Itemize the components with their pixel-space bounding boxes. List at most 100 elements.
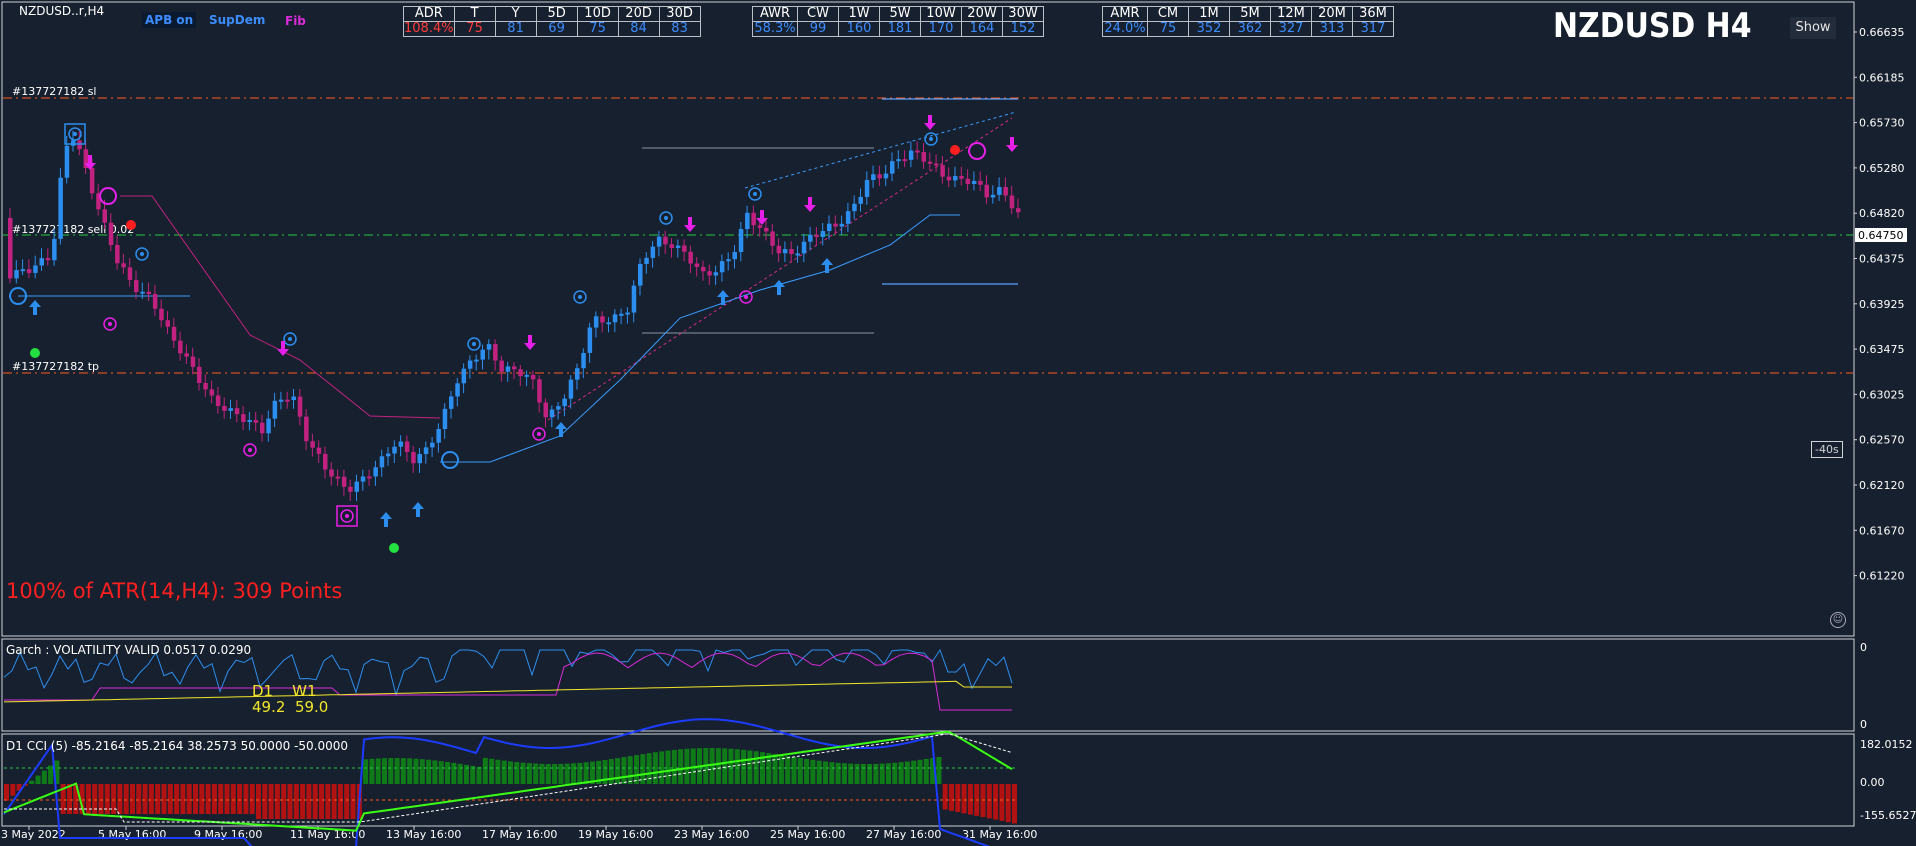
amr-value-4: 327 — [1270, 21, 1312, 37]
signal-ring-dot — [288, 337, 292, 341]
bull-candle — [883, 173, 889, 179]
smiley-icon: ☺ — [1830, 612, 1846, 628]
cci-bar — [382, 758, 387, 784]
cci-bar — [785, 755, 791, 784]
bull-candle — [908, 150, 914, 160]
bull-candle — [726, 259, 731, 262]
awr-value-0: 58.3% — [752, 21, 798, 37]
supdem-toggle-button[interactable]: SupDem — [206, 12, 268, 28]
cci-bar — [237, 784, 243, 814]
bear-candle — [833, 223, 838, 227]
bear-candle — [215, 395, 221, 406]
cci-bar — [841, 763, 847, 784]
bear-candle — [165, 320, 170, 327]
cci-scale-mid: 0.00 — [1860, 776, 1885, 789]
cci-bar — [180, 784, 186, 814]
bear-candle — [102, 209, 107, 223]
cci-bar — [249, 784, 255, 814]
time-tick-label: 25 May 16:00 — [770, 828, 845, 841]
cci-bar — [552, 763, 558, 784]
amr-header-2: 1M — [1188, 6, 1230, 22]
sell-arrow-icon — [804, 197, 816, 212]
bear-candle — [335, 476, 341, 479]
bear-candle — [329, 469, 334, 477]
bull-candle — [247, 420, 252, 423]
bear-candle — [285, 399, 290, 402]
bull-candle — [39, 258, 44, 266]
buy-arrow-icon — [773, 280, 785, 295]
bull-candle — [549, 409, 555, 418]
exit-marker-icon — [968, 142, 986, 160]
bull-candle — [738, 229, 744, 253]
cci-bar — [287, 784, 293, 819]
cci-bar — [646, 753, 652, 784]
price-tick-label: 0.63025 — [1859, 388, 1905, 401]
cci-bar — [476, 766, 482, 784]
bear-candle — [669, 244, 674, 248]
cci-bar — [823, 761, 828, 784]
bear-candle — [789, 249, 794, 255]
cci-bar — [949, 784, 954, 811]
time-tick-label: 31 May 16:00 — [962, 828, 1037, 841]
bear-candle — [304, 416, 309, 442]
signal-ring-dot — [929, 137, 933, 141]
sell-line-label: #137727182 sell 0.02 — [12, 223, 134, 236]
bull-candle — [373, 467, 378, 477]
time-tick-label: 3 May 2022 — [1, 828, 66, 841]
bull-candle — [971, 180, 977, 184]
bull-candle — [713, 272, 719, 276]
cci-bar — [904, 761, 910, 784]
bear-candle — [978, 180, 983, 185]
cci-bar — [375, 758, 381, 784]
bear-candle — [770, 231, 775, 246]
bull-candle — [417, 454, 422, 464]
bear-candle — [946, 176, 952, 181]
bull-candle — [801, 241, 807, 254]
cci-bar — [243, 784, 249, 814]
cci-bar — [438, 761, 444, 784]
cci-bar — [961, 784, 967, 814]
bull-candle — [795, 253, 800, 256]
cci-bar — [363, 759, 369, 784]
cci-bar — [564, 763, 570, 784]
exit-marker-icon — [441, 451, 459, 469]
chart-canvas[interactable]: 0.66635 0.66185 0.65730 0.65280 0.64820 0.643… — [0, 0, 1916, 846]
cci-bar — [167, 784, 173, 814]
cci-bar — [942, 784, 948, 810]
awr-header-3: 5W — [879, 6, 921, 22]
cci-bar — [898, 762, 904, 784]
cci-bar — [722, 748, 728, 784]
cci-bar — [331, 784, 337, 819]
cci-scale-top: 182.0152 — [1860, 738, 1913, 751]
bull-trailing-line — [440, 214, 960, 463]
adr-header-4: 10D — [576, 6, 619, 22]
adr-value-5: 84 — [617, 21, 660, 37]
bull-candle — [33, 265, 38, 273]
bull-candle — [423, 447, 429, 455]
sell-arrow-icon — [684, 217, 696, 232]
amr-value-0: 24.0% — [1102, 21, 1148, 37]
bear-candle — [152, 294, 158, 309]
cci-bar — [482, 757, 488, 784]
bear-candle — [764, 227, 769, 232]
bear-candle — [663, 236, 668, 245]
cci-bar — [274, 784, 280, 819]
cci-bar — [205, 784, 211, 814]
signal-ring-dot — [140, 252, 144, 256]
show-button[interactable]: Show — [1790, 17, 1836, 39]
cci-bar — [369, 758, 375, 784]
bear-candle — [121, 263, 126, 268]
bear-candle — [323, 453, 328, 470]
time-tick-label: 23 May 16:00 — [674, 828, 749, 841]
fib-toggle-button[interactable]: Fib — [282, 13, 309, 29]
cci-scale-bottom: -155.6527 — [1860, 809, 1916, 822]
bear-candle — [310, 441, 315, 448]
cci-bar — [161, 784, 167, 814]
bull-candle — [140, 291, 145, 294]
price-tick-label: 0.63475 — [1859, 343, 1905, 356]
signal-ring-dot — [248, 448, 252, 452]
apb-toggle-button[interactable]: APB on — [142, 12, 197, 28]
bull-candle — [871, 174, 876, 180]
bull-candle — [278, 399, 284, 402]
cci-bar — [854, 763, 860, 784]
